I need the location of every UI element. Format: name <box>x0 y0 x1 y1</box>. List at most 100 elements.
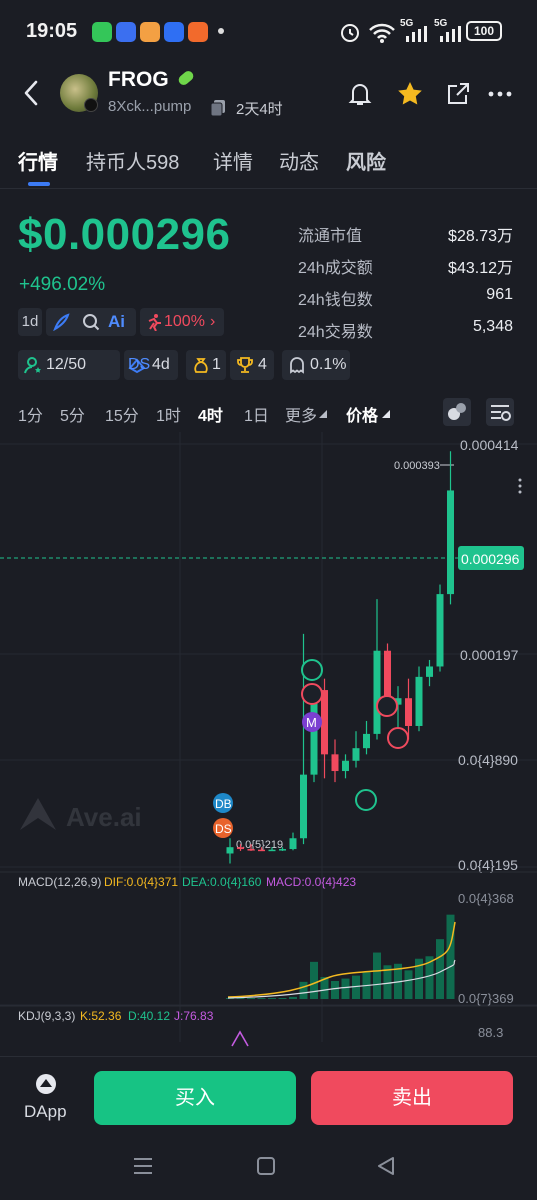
more-dropdown-icon <box>319 410 327 418</box>
macd-axis-top: 0.0{4}368 <box>458 891 514 906</box>
user-star-icon <box>24 357 41 374</box>
marker-db-label: DB <box>215 797 232 811</box>
back-icon[interactable] <box>20 78 44 108</box>
candle-body <box>342 760 349 772</box>
stat-value: $28.73万 <box>448 228 513 245</box>
kdj-label: KDJ(9,3,3) <box>18 1009 75 1023</box>
trophy-chip[interactable]: 4 <box>230 350 274 380</box>
interval-1h[interactable]: 1时 <box>156 402 181 426</box>
ghost-value: 0.1% <box>310 356 347 373</box>
candle-body <box>363 733 370 749</box>
system-nav-bar <box>0 1138 537 1200</box>
candle-body <box>405 698 412 726</box>
star-icon[interactable] <box>396 80 424 108</box>
tab-risk[interactable]: 风险 <box>346 146 386 175</box>
candle-body <box>268 849 276 852</box>
tab-activity[interactable]: 动态 <box>279 146 319 175</box>
trophy-value: 4 <box>258 356 267 373</box>
tabs-divider <box>0 188 537 189</box>
macd-bar <box>299 981 308 999</box>
dapp-icon[interactable] <box>34 1072 58 1096</box>
token-name: FROG <box>108 68 169 91</box>
copy-icon[interactable] <box>210 99 228 117</box>
chart-settings-button[interactable] <box>486 398 514 426</box>
menu-nav-icon[interactable] <box>132 1156 154 1176</box>
ds-chip[interactable]: DS 4d <box>124 350 178 380</box>
money-bag-icon <box>194 358 208 373</box>
candle-body <box>436 594 444 667</box>
stat-value: 961 <box>486 286 513 303</box>
candle-body <box>331 754 339 772</box>
macd-label: MACD(12,26,9) <box>18 875 101 889</box>
sell-button[interactable]: 卖出 <box>311 1071 513 1125</box>
candle-body <box>247 849 255 851</box>
share-icon[interactable] <box>444 80 472 108</box>
stat-value: 5,348 <box>472 318 513 335</box>
macd-dif: DIF:0.0{4}371 <box>104 875 178 889</box>
macd-value: MACD:0.0{4}423 <box>266 875 356 889</box>
tab-details[interactable]: 详情 <box>213 146 253 175</box>
running-icon <box>148 314 161 331</box>
axis-label: 0.0{4}195 <box>458 857 518 873</box>
stat-label: 24h交易数 <box>298 324 373 341</box>
interval-1d[interactable]: 1日 <box>244 402 269 426</box>
axis-label: 0.000197 <box>460 647 519 663</box>
status-time: 19:05 <box>26 20 78 42</box>
price-chart[interactable]: Ave.ai 0.000296 0.000414 0.000197 0.0{4}… <box>0 432 537 1072</box>
marker-ds-label: DS <box>215 822 232 836</box>
current-price-tag-text: 0.000296 <box>461 551 520 567</box>
marker-m-label: M <box>306 715 317 730</box>
buy-button[interactable]: 买入 <box>94 1071 296 1125</box>
tools-chip[interactable]: Ai <box>46 308 136 336</box>
token-address: 8Xck...pump <box>108 98 192 115</box>
circles-icon <box>448 403 466 420</box>
interval-price[interactable]: 价格 <box>346 402 378 426</box>
marker-avatar-icon[interactable] <box>301 659 323 681</box>
marker-wallet-icon[interactable] <box>355 789 377 811</box>
period-chip[interactable]: 1d <box>18 308 42 336</box>
search-icon <box>83 314 100 331</box>
tab-market[interactable]: 行情 <box>18 146 58 175</box>
ave-watermark <box>20 798 56 830</box>
dapp-button[interactable]: DApp <box>24 1102 67 1122</box>
macd-bar <box>247 998 255 999</box>
interval-15m[interactable]: 15分 <box>105 402 139 426</box>
signal-icon <box>406 26 427 42</box>
settings-icon <box>491 405 511 421</box>
ghost-icon <box>290 357 304 374</box>
bottom-divider <box>0 1056 537 1057</box>
kdj-k: K:52.36 <box>80 1009 122 1023</box>
interval-1m[interactable]: 1分 <box>18 402 43 426</box>
ghost-chip[interactable]: 0.1% <box>282 350 350 380</box>
chain-badge-icon <box>84 98 98 112</box>
kdj-j-line <box>231 1030 249 1047</box>
macd-axis-bottom: 0.0{7}369 <box>458 991 514 1006</box>
tab-holders[interactable]: 持币人598 <box>86 146 179 175</box>
coins-chip[interactable]: 1 <box>186 350 226 380</box>
alarm-icon <box>341 24 359 42</box>
bell-icon[interactable] <box>346 80 374 108</box>
holders-chip[interactable]: 12/50 <box>18 350 120 380</box>
stat-value: $43.12万 <box>448 260 513 277</box>
macd-bar <box>436 939 444 999</box>
interval-5m[interactable]: 5分 <box>60 402 85 426</box>
candle-body <box>279 849 286 851</box>
feather-icon <box>53 313 70 331</box>
signal-icon-2 <box>440 26 461 42</box>
marker-wallet-icon[interactable] <box>376 695 398 717</box>
token-age: 2天4时 <box>236 101 283 118</box>
marker-wallet-icon[interactable] <box>387 727 409 749</box>
interval-more[interactable]: 更多 <box>285 402 317 426</box>
notification-dot-icon <box>218 28 224 34</box>
stat-label: 流通市值 <box>298 228 363 245</box>
messages-app-icon <box>92 22 112 42</box>
macd-bar <box>373 952 381 999</box>
indicator-button[interactable] <box>443 398 471 426</box>
more-icon[interactable] <box>486 80 514 108</box>
momentum-chip[interactable]: 100% › <box>140 308 224 336</box>
back-nav-icon[interactable] <box>376 1156 396 1176</box>
marker-avatar-icon[interactable] <box>301 683 323 705</box>
interval-4h[interactable]: 4时 <box>198 402 223 426</box>
status-bar: 19:05 5G 5G 100 <box>0 0 537 64</box>
home-nav-icon[interactable] <box>256 1156 276 1176</box>
